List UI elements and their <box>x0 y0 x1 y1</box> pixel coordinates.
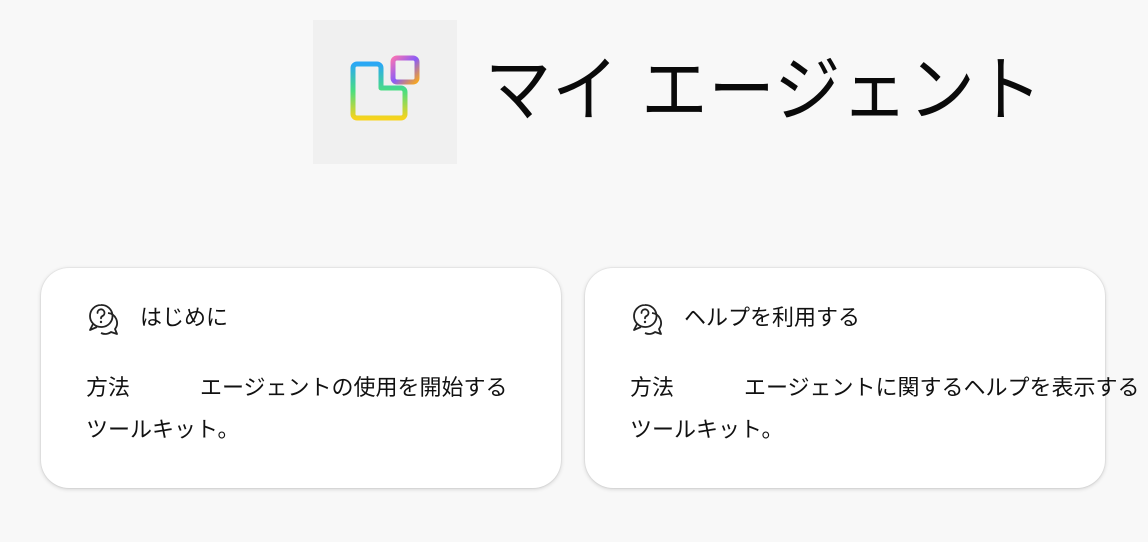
page-header: マイ エージェント <box>313 20 1091 164</box>
card-title: ヘルプを利用する <box>684 306 861 331</box>
card-header: はじめに <box>86 302 228 336</box>
description-text: エージェントに関するヘルプを表示する <box>744 376 1140 401</box>
apps-grid-icon <box>313 20 457 164</box>
description-text: エージェントの使用を開始する <box>200 376 508 401</box>
page-title: マイ エージェント <box>485 48 1043 132</box>
help-chat-icon <box>86 302 120 336</box>
card-description: 方法 エージェントの使用を開始する ツールキット。 <box>86 368 537 452</box>
card-title: はじめに <box>140 306 229 331</box>
card-description: 方法 エージェントに関するヘルプを表示する ツールキット。 <box>630 368 1140 452</box>
getting-started-card[interactable]: はじめに 方法 エージェントの使用を開始する ツールキット。 <box>41 268 561 488</box>
get-help-card[interactable]: ヘルプを利用する 方法 エージェントに関するヘルプを表示する ツールキット。 <box>585 268 1140 488</box>
card-header: ヘルプを利用する <box>630 302 860 336</box>
description-line-1: 方法 エージェントの使用を開始する <box>86 368 537 410</box>
description-line-2: ツールキット。 <box>86 418 240 443</box>
help-chat-icon <box>630 302 664 336</box>
method-label: 方法 <box>630 376 675 401</box>
description-line-2: ツールキット。 <box>630 418 784 443</box>
method-label: 方法 <box>86 376 131 401</box>
description-line-1: 方法 エージェントに関するヘルプを表示する <box>630 368 1140 410</box>
